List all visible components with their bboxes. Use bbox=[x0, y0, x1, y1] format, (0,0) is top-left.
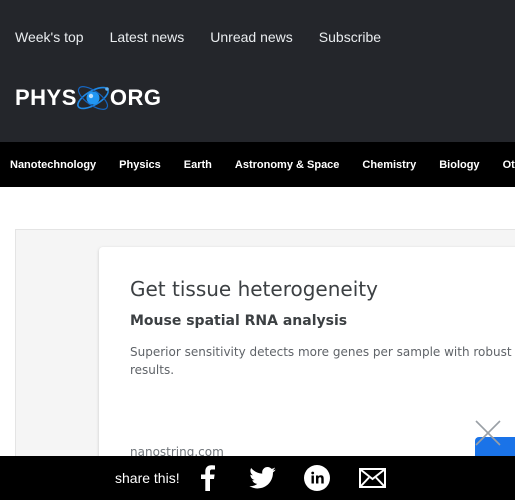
ad-body-text: Superior sensitivity detects more genes … bbox=[130, 345, 512, 377]
atom-logo-icon bbox=[76, 86, 109, 110]
ad-close-icon[interactable] bbox=[473, 418, 503, 448]
site-logo[interactable]: PHYS ORG bbox=[15, 78, 162, 118]
nav-unread-news-link[interactable]: Unread news bbox=[210, 28, 293, 46]
share-label: share this! bbox=[115, 470, 180, 486]
top-nav: Week's top Latest news Unread news Subsc… bbox=[15, 28, 407, 46]
category-astronomy-space[interactable]: Astronomy & Space bbox=[235, 159, 340, 171]
twitter-icon[interactable] bbox=[248, 465, 276, 491]
logo-text-left: PHYS bbox=[15, 85, 77, 110]
category-other-sciences[interactable]: Other Sciences bbox=[503, 159, 515, 171]
ad-card[interactable]: Get tissue heterogeneity Mouse spatial R… bbox=[99, 247, 515, 477]
logo-text-right: ORG bbox=[109, 85, 162, 110]
email-icon[interactable] bbox=[359, 465, 386, 491]
site-header: Week's top Latest news Unread news Subsc… bbox=[0, 0, 515, 142]
linkedin-icon[interactable] bbox=[304, 465, 330, 491]
category-earth[interactable]: Earth bbox=[184, 159, 212, 171]
category-chemistry[interactable]: Chemistry bbox=[362, 159, 416, 171]
category-biology[interactable]: Biology bbox=[439, 159, 479, 171]
ad-subtitle: Mouse spatial RNA analysis bbox=[130, 313, 348, 329]
facebook-icon[interactable] bbox=[198, 465, 218, 491]
category-physics[interactable]: Physics bbox=[119, 159, 161, 171]
category-nanotechnology[interactable]: Nanotechnology bbox=[10, 159, 96, 171]
ad-title[interactable]: Get tissue heterogeneity bbox=[130, 277, 378, 301]
share-bar: share this! bbox=[0, 456, 515, 500]
nav-latest-news-link[interactable]: Latest news bbox=[110, 28, 185, 46]
nav-subscribe-link[interactable]: Subscribe bbox=[319, 28, 381, 46]
category-nav: Nanotechnology Physics Earth Astronomy &… bbox=[0, 142, 515, 187]
nav-weeks-top-link[interactable]: Week's top bbox=[15, 28, 84, 46]
